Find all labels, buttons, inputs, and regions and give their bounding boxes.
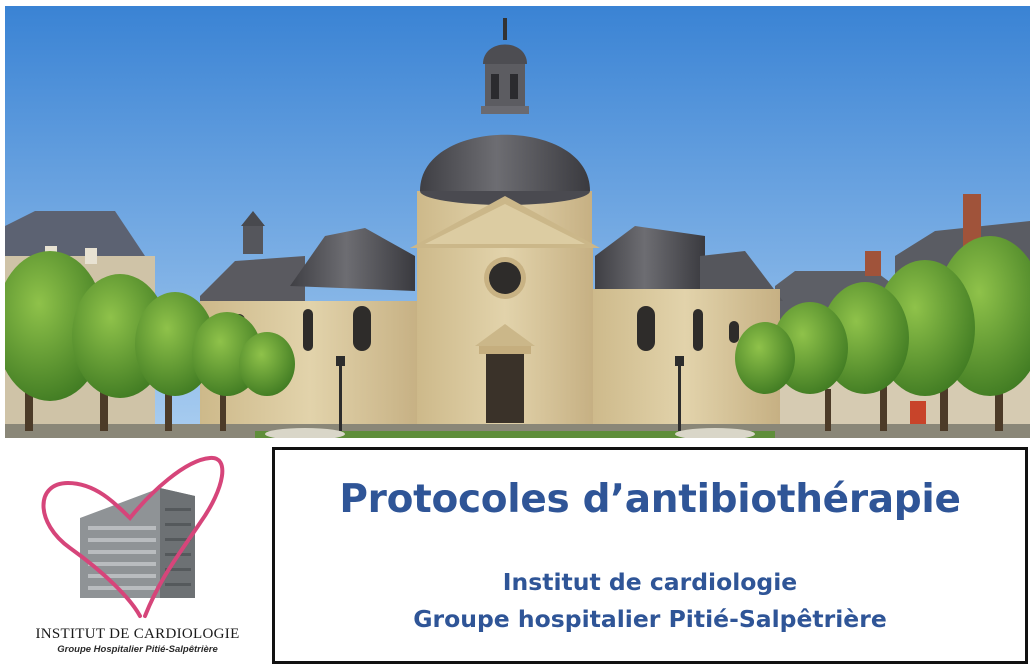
logo-subtitle: Groupe Hospitalier Pitié-Salpêtrière xyxy=(57,644,218,655)
logo-title: INSTITUT DE CARDIOLOGIE xyxy=(35,626,240,642)
page-title: Protocoles d’antibiothérapie xyxy=(339,477,961,522)
hero-photo-chapel xyxy=(5,6,1030,438)
title-box: Protocoles d’antibiothérapie Institut de… xyxy=(272,447,1028,664)
subtitle-groupe-hospitalier: Groupe hospitalier Pitié-Salpêtrière xyxy=(413,605,887,633)
chapel-illustration xyxy=(5,6,1030,438)
subtitle-institut: Institut de cardiologie xyxy=(502,568,798,596)
building-icon xyxy=(80,488,195,598)
logo-heart-building-graphic xyxy=(41,455,225,618)
institut-cardiologie-logo: INSTITUT DE CARDIOLOGIE Groupe Hospitali… xyxy=(10,448,265,663)
